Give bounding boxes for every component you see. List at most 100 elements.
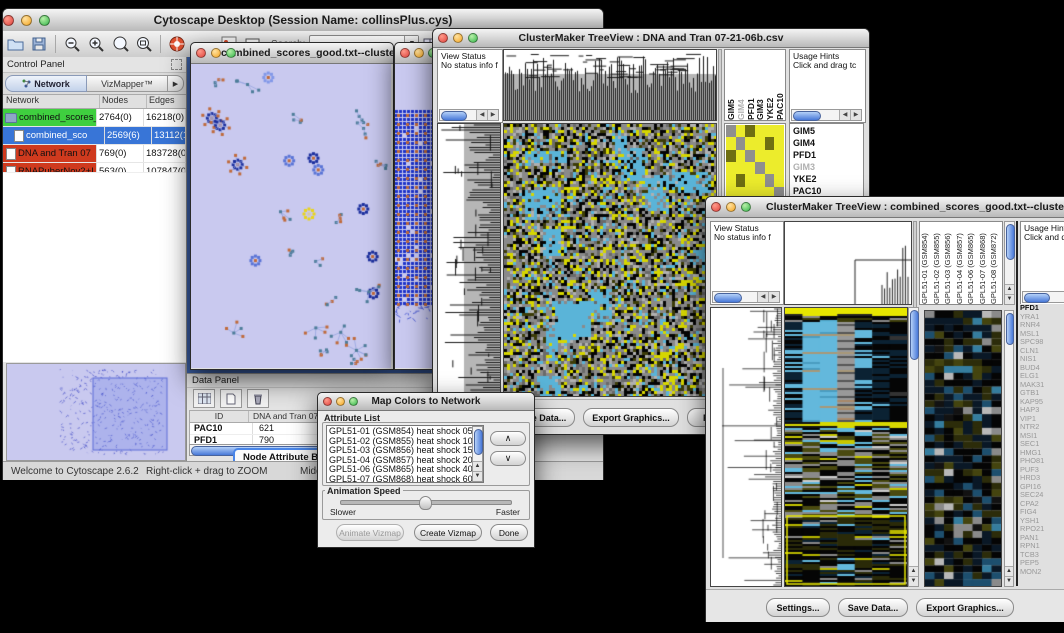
scroll-up-icon[interactable]: ▲ xyxy=(909,566,918,576)
matrix-cell[interactable] xyxy=(774,150,784,162)
zoom-in-icon[interactable] xyxy=(86,35,106,54)
zoom-fit-icon[interactable] xyxy=(134,35,154,54)
matrix-cell[interactable] xyxy=(765,174,775,186)
matrix-cell[interactable] xyxy=(736,162,746,174)
treeview-dna-titlebar[interactable]: ClusterMaker TreeView : DNA and Tran 07-… xyxy=(433,29,869,48)
scroll-up-icon[interactable]: ▲ xyxy=(1005,284,1014,294)
matrix-cell[interactable] xyxy=(736,137,746,149)
scroll-right-icon[interactable]: ▶ xyxy=(487,110,498,120)
matrix-cell[interactable] xyxy=(726,137,736,149)
tab-overflow-button[interactable]: ▶ xyxy=(168,75,184,92)
animate-vizmap-button[interactable]: Animate Vizmap xyxy=(336,524,404,541)
attribute-list-vscrollbar[interactable]: ▲ ▼ xyxy=(472,426,483,482)
scroll-left-icon[interactable]: ◀ xyxy=(757,292,768,302)
matrix-cell[interactable] xyxy=(745,150,755,162)
close-icon[interactable] xyxy=(323,397,332,406)
network-canvas[interactable] xyxy=(191,64,391,368)
matrix-cell[interactable] xyxy=(726,125,736,137)
scrollbar-thumb[interactable] xyxy=(474,429,483,455)
minimize-icon[interactable] xyxy=(21,15,32,26)
export-graphics-button[interactable]: Export Graphics... xyxy=(583,408,679,427)
export-graphics-button[interactable]: Export Graphics... xyxy=(916,598,1014,617)
network-list-row[interactable]: combined_scores_2764(0)16218(0) xyxy=(3,109,186,127)
matrix-cell[interactable] xyxy=(726,162,736,174)
zoom-window-icon[interactable] xyxy=(349,397,358,406)
scroll-down-icon[interactable]: ▼ xyxy=(1005,294,1014,304)
scrollbar-thumb[interactable] xyxy=(441,111,467,121)
matrix-cell[interactable] xyxy=(765,137,775,149)
window-controls[interactable] xyxy=(3,15,50,26)
select-attributes-icon[interactable] xyxy=(193,389,215,408)
matrix-cell[interactable] xyxy=(755,137,765,149)
tab-vizmapper[interactable]: VizMapper™ xyxy=(87,75,168,92)
treeview-combined-titlebar[interactable]: ClusterMaker TreeView : combined_scores_… xyxy=(706,197,1064,218)
network-window-titlebar[interactable]: combined_scores_good.txt--cluste... xyxy=(191,43,393,64)
matrix-cell[interactable] xyxy=(774,137,784,149)
matrix-cell[interactable] xyxy=(765,150,775,162)
matrix-cell[interactable] xyxy=(774,125,784,137)
scroll-right-icon[interactable]: ▶ xyxy=(850,110,861,120)
matrix-cell[interactable] xyxy=(745,137,755,149)
network-list-row[interactable]: combined_sco2569(6)13112(15) xyxy=(3,127,186,145)
settings-button[interactable]: Settings... xyxy=(766,598,830,617)
column-header-network[interactable]: Network xyxy=(3,95,100,108)
scrollbar-thumb[interactable] xyxy=(910,310,919,360)
scrollbar-thumb[interactable] xyxy=(714,293,742,303)
matrix-cell[interactable] xyxy=(745,174,755,186)
matrix-cell[interactable] xyxy=(726,150,736,162)
scroll-up-icon[interactable]: ▲ xyxy=(1005,566,1013,576)
zoom-window-icon[interactable] xyxy=(741,202,751,212)
minimize-icon[interactable] xyxy=(453,33,463,43)
scroll-right-icon[interactable]: ▶ xyxy=(768,292,779,302)
zoom-window-icon[interactable] xyxy=(468,33,478,43)
usage-hints-hscrollbar[interactable]: ◀ ▶ xyxy=(1022,291,1064,303)
matrix-cell[interactable] xyxy=(726,174,736,186)
heatmap-vscrollbar[interactable]: ▲ ▼ xyxy=(908,307,919,587)
minimize-icon[interactable] xyxy=(211,48,221,58)
matrix-cell[interactable] xyxy=(745,162,755,174)
birdseye-view-canvas[interactable] xyxy=(7,364,183,458)
scroll-down-icon[interactable]: ▼ xyxy=(473,471,482,481)
new-attribute-icon[interactable] xyxy=(220,389,242,408)
save-icon[interactable] xyxy=(29,35,49,54)
close-icon[interactable] xyxy=(438,33,448,43)
move-up-button[interactable]: ∧ xyxy=(490,431,526,446)
zoom-out-icon[interactable] xyxy=(62,35,82,54)
row-dendrogram-canvas[interactable] xyxy=(711,308,781,586)
scroll-left-icon[interactable]: ◀ xyxy=(839,110,850,120)
scroll-down-icon[interactable]: ▼ xyxy=(1005,576,1013,586)
column-dendrogram-canvas[interactable] xyxy=(504,50,716,120)
zoom-vscrollbar[interactable]: ▲ ▼ xyxy=(1004,310,1014,587)
delete-attribute-icon[interactable] xyxy=(247,389,269,408)
matrix-cell[interactable] xyxy=(755,150,765,162)
heatmap-canvas[interactable] xyxy=(785,308,907,586)
matrix-cell[interactable] xyxy=(736,174,746,186)
zoom-window-icon[interactable] xyxy=(39,15,50,26)
network-canvas-2[interactable] xyxy=(395,64,433,368)
id-column-header[interactable]: ID xyxy=(190,411,249,422)
scrollbar-thumb[interactable] xyxy=(793,111,821,121)
slider-thumb[interactable] xyxy=(419,496,432,510)
network-list-row[interactable]: DNA and Tran 07769(0)183728(0) xyxy=(3,145,186,163)
matrix-cell[interactable] xyxy=(736,150,746,162)
tab-network[interactable]: Network xyxy=(5,75,87,92)
column-labels-vscrollbar[interactable]: ▲ ▼ xyxy=(1004,221,1015,305)
correlation-matrix[interactable] xyxy=(726,125,784,199)
matrix-cell[interactable] xyxy=(765,162,775,174)
float-panel-icon[interactable] xyxy=(171,59,182,70)
scrollbar-thumb[interactable] xyxy=(1006,313,1014,345)
row-dendrogram-canvas[interactable] xyxy=(438,124,500,396)
column-dendrogram-canvas[interactable] xyxy=(785,222,911,304)
network-window-2-titlebar[interactable] xyxy=(395,43,435,64)
view-status-hscrollbar[interactable]: ◀ ▶ xyxy=(712,291,780,303)
matrix-cell[interactable] xyxy=(755,162,765,174)
dialog-titlebar[interactable]: Map Colors to Network xyxy=(318,393,534,411)
minimize-icon[interactable] xyxy=(336,397,345,406)
minimize-icon[interactable] xyxy=(414,48,424,58)
zoom-heatmap-canvas[interactable] xyxy=(925,311,1001,586)
close-icon[interactable] xyxy=(196,48,206,58)
view-status-hscrollbar[interactable]: ◀ ▶ xyxy=(439,109,499,121)
zoom-window-icon[interactable] xyxy=(226,48,236,58)
minimize-icon[interactable] xyxy=(726,202,736,212)
scroll-up-icon[interactable]: ▲ xyxy=(473,461,482,471)
